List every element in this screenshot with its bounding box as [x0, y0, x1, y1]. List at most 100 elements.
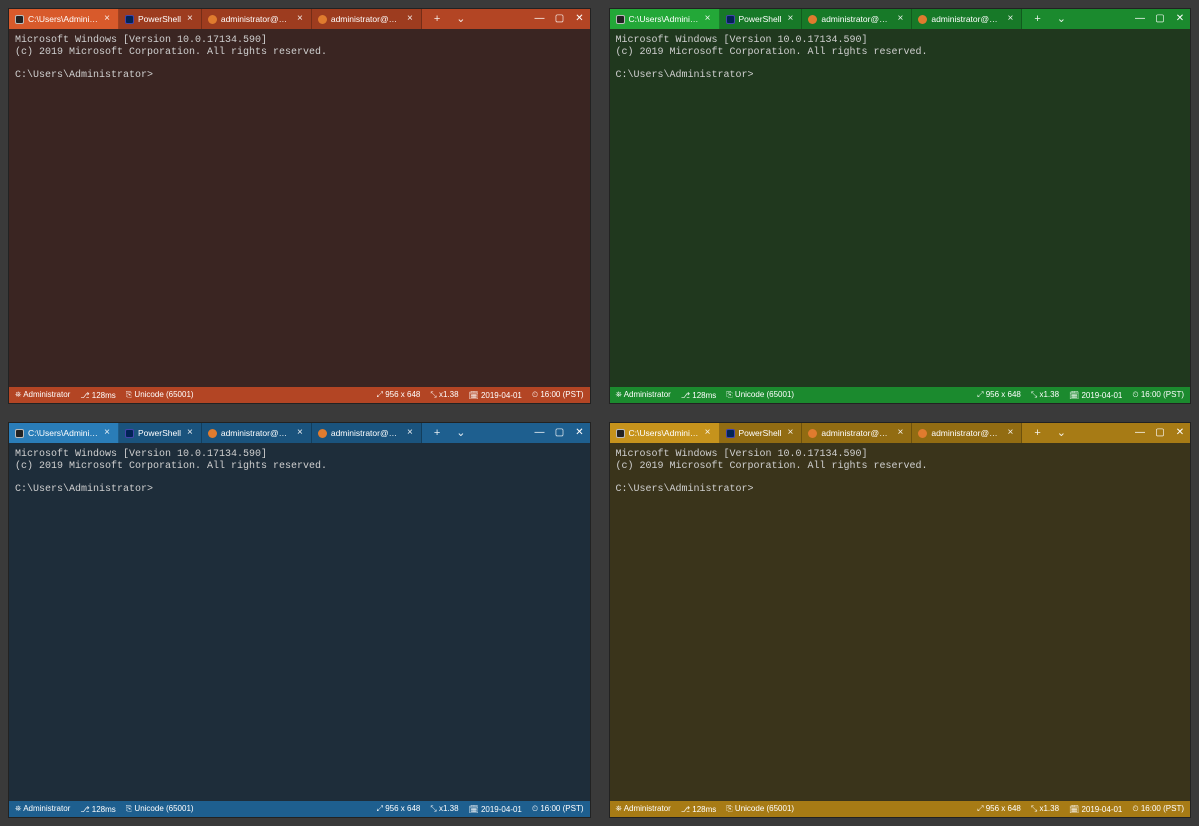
minimize-button[interactable]: —	[530, 9, 550, 29]
status-date: 🗓 2019-04-01	[1069, 805, 1122, 814]
tab-close-icon[interactable]: ×	[1006, 14, 1016, 24]
tab-close-icon[interactable]: ×	[295, 428, 305, 438]
maximize-button[interactable]: ▢	[550, 423, 570, 443]
tab-close-icon[interactable]: ×	[896, 428, 906, 438]
encoding-icon: ⎘	[726, 390, 732, 399]
tab-close-icon[interactable]: ×	[703, 14, 713, 24]
tab-menu-button[interactable]: ⌄	[1053, 14, 1070, 25]
status-time: ⏲ 16:00 (PST)	[1132, 390, 1184, 400]
tab-menu-button[interactable]: ⌄	[1053, 428, 1070, 439]
cmd-icon	[15, 429, 24, 438]
tab-powershell[interactable]: PowerShell ×	[720, 9, 803, 29]
clock-icon: ⏲	[1132, 390, 1138, 399]
minimize-button[interactable]: —	[1130, 9, 1150, 29]
titlebar: C:\Users\Administr... × PowerShell × admin…	[9, 9, 590, 29]
terminal-line: Microsoft Windows [Version 10.0.17134.59…	[15, 449, 267, 460]
tab-close-icon[interactable]: ×	[405, 14, 415, 24]
status-size: ⤢ 956 x 648	[377, 804, 421, 814]
maximize-button[interactable]: ▢	[1150, 423, 1170, 443]
tab-strip: C:\Users\Administr... × PowerShell × admin…	[9, 9, 422, 29]
tab-ssh-2[interactable]: administrator@DES...×	[912, 9, 1022, 29]
tab-powershell[interactable]: PowerShell ×	[119, 423, 202, 443]
tab-label: PowerShell	[739, 428, 782, 438]
status-encoding: ⎘ Unicode (65001)	[126, 390, 194, 400]
tab-ssh-2[interactable]: administrator@DES...×	[312, 423, 422, 443]
minimize-button[interactable]: —	[530, 423, 550, 443]
tab-close-icon[interactable]: ×	[295, 14, 305, 24]
terminal-body[interactable]: Microsoft Windows [Version 10.0.17134.59…	[9, 29, 590, 387]
branch-icon: ⎇	[681, 805, 690, 814]
tab-close-icon[interactable]: ×	[786, 14, 796, 24]
user-icon: ⛯	[15, 390, 21, 399]
branch-icon: ⎇	[80, 805, 89, 814]
close-button[interactable]: ✕	[1170, 9, 1190, 29]
status-date: 🗓 2019-04-01	[469, 805, 522, 814]
status-branch: ⎇ 128ms	[80, 391, 115, 400]
tab-menu-button[interactable]: ⌄	[452, 14, 469, 25]
tab-label: C:\Users\Administr...	[28, 14, 98, 24]
minimize-button[interactable]: —	[1130, 423, 1150, 443]
ssh-icon	[318, 429, 327, 438]
maximize-button[interactable]: ▢	[1150, 9, 1170, 29]
tab-ssh-1[interactable]: administrator@DES... ×	[802, 423, 912, 443]
tab-close-icon[interactable]: ×	[185, 14, 195, 24]
terminal-body[interactable]: Microsoft Windows [Version 10.0.17134.59…	[610, 29, 1191, 387]
tab-powershell[interactable]: PowerShell ×	[720, 423, 803, 443]
tab-label: PowerShell	[739, 14, 782, 24]
window-controls: — ▢ ✕	[530, 423, 590, 443]
terminal-body[interactable]: Microsoft Windows [Version 10.0.17134.59…	[9, 443, 590, 801]
status-bar: ⛯ Administrator ⎇ 128ms ⎘ Unicode (65001…	[9, 387, 590, 403]
tab-close-icon[interactable]: ×	[185, 428, 195, 438]
ssh-icon	[808, 429, 817, 438]
tab-cmd[interactable]: C:\Users\Administr...×	[9, 423, 119, 443]
tab-cmd[interactable]: C:\Users\Administr...×	[610, 423, 720, 443]
tab-ssh-1[interactable]: administrator@DES...×	[802, 9, 912, 29]
tab-label: PowerShell	[138, 428, 181, 438]
ssh-icon	[918, 429, 927, 438]
tab-label: administrator@DES...	[821, 428, 891, 438]
tab-label: PowerShell	[138, 14, 181, 24]
tab-strip: C:\Users\Administr...× PowerShell × admin…	[610, 9, 1023, 29]
close-button[interactable]: ✕	[570, 9, 590, 29]
terminal-body[interactable]: Microsoft Windows [Version 10.0.17134.59…	[610, 443, 1191, 801]
calendar-icon: 🗓	[1069, 391, 1079, 400]
terminal-line: (c) 2019 Microsoft Corporation. All righ…	[15, 461, 327, 472]
new-tab-button[interactable]: +	[1030, 428, 1044, 439]
tab-close-icon[interactable]: ×	[703, 428, 713, 438]
ssh-icon	[318, 15, 327, 24]
status-size: ⤢ 956 x 648	[977, 804, 1021, 814]
tab-close-icon[interactable]: ×	[102, 14, 112, 24]
zoom-icon: ⤡	[1031, 804, 1037, 813]
tab-close-icon[interactable]: ×	[1006, 428, 1016, 438]
new-tab-button[interactable]: +	[1030, 14, 1044, 25]
zoom-icon: ⤡	[430, 804, 436, 813]
tab-close-icon[interactable]: ×	[786, 428, 796, 438]
status-encoding: ⎘ Unicode (65001)	[126, 804, 194, 814]
tab-ssh-2[interactable]: administrator@DES...×	[912, 423, 1022, 443]
status-zoom: ⤡ x1.38	[430, 804, 458, 814]
maximize-button[interactable]: ▢	[550, 9, 570, 29]
tab-close-icon[interactable]: ×	[896, 14, 906, 24]
close-button[interactable]: ✕	[1170, 423, 1190, 443]
encoding-icon: ⎘	[126, 390, 132, 399]
status-branch: ⎇ 128ms	[80, 805, 115, 814]
tab-label: administrator@DES...	[221, 428, 291, 438]
terminal-line: Microsoft Windows [Version 10.0.17134.59…	[616, 35, 868, 46]
tab-menu-button[interactable]: ⌄	[452, 428, 469, 439]
window-controls: — ▢ ✕	[530, 9, 590, 29]
tab-cmd[interactable]: C:\Users\Administr...×	[610, 9, 720, 29]
close-button[interactable]: ✕	[570, 423, 590, 443]
tab-ssh-2[interactable]: administrator@DES...×	[312, 9, 422, 29]
tab-ssh-1[interactable]: administrator@DES...×	[202, 9, 312, 29]
tab-close-icon[interactable]: ×	[102, 428, 112, 438]
tab-ssh-1[interactable]: administrator@DES... ×	[202, 423, 312, 443]
tab-close-icon[interactable]: ×	[405, 428, 415, 438]
new-tab-button[interactable]: +	[430, 428, 444, 439]
cmd-icon	[15, 15, 24, 24]
new-tab-button[interactable]: +	[430, 14, 444, 25]
titlebar: C:\Users\Administr...× PowerShell × admin…	[9, 423, 590, 443]
tab-cmd[interactable]: C:\Users\Administr... ×	[9, 9, 119, 29]
tab-powershell[interactable]: PowerShell ×	[119, 9, 202, 29]
titlebar: C:\Users\Administr...× PowerShell × admin…	[610, 9, 1191, 29]
status-size: ⤢ 956 x 648	[377, 390, 421, 400]
